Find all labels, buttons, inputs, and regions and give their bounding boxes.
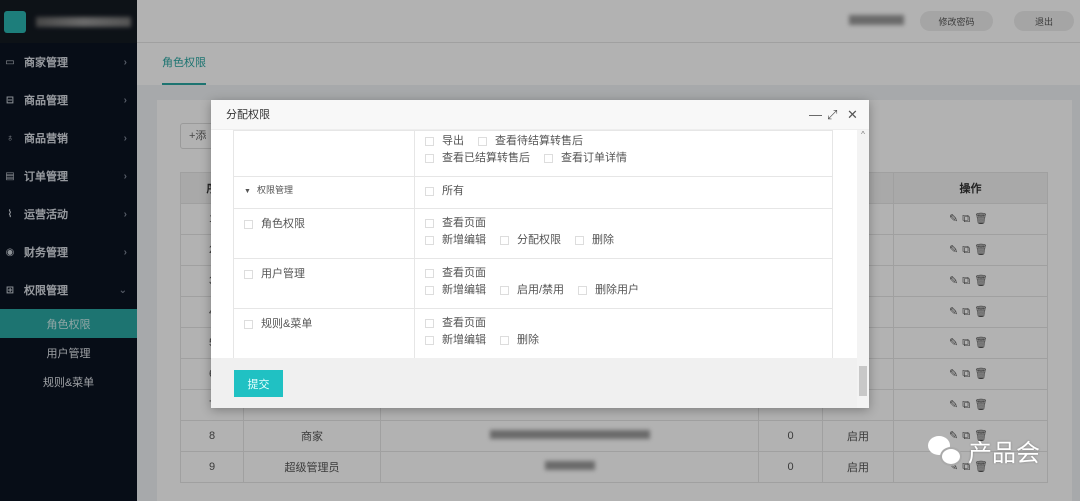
- permission-option[interactable]: 启用/禁用: [500, 282, 564, 299]
- checkbox[interactable]: [425, 186, 434, 196]
- scrollbar-thumb[interactable]: [859, 366, 867, 396]
- minimize-icon[interactable]: —: [809, 107, 822, 122]
- caret-down-icon[interactable]: ▼: [244, 188, 251, 195]
- permission-option[interactable]: 新增编辑: [425, 282, 486, 299]
- dialog-scrollbar[interactable]: ^: [857, 130, 869, 408]
- perm-row: 规则&菜单 查看页面 新增编辑 删除: [233, 308, 833, 358]
- permission-option[interactable]: 新增编辑: [425, 332, 486, 349]
- assign-permission-dialog: 分配权限 — ⤢ ✕ 导出 查看待结算转售后 查看已结算转售后 查看订单详情 ▼ 权限管理…: [211, 100, 869, 408]
- checkbox[interactable]: [244, 319, 253, 329]
- checkbox[interactable]: [425, 136, 434, 146]
- dialog-body: 导出 查看待结算转售后 查看已结算转售后 查看订单详情 ▼ 权限管理 所有角色权限 查看页面新…: [211, 130, 857, 358]
- watermark: 产品会: [928, 433, 1040, 468]
- checkbox[interactable]: [425, 285, 434, 295]
- permission-option[interactable]: 删除用户: [578, 282, 639, 299]
- maximize-icon[interactable]: ⤢: [827, 107, 837, 123]
- permission-option[interactable]: 删除: [500, 332, 539, 349]
- permission-option[interactable]: 查看已结算转售后: [425, 150, 530, 167]
- perm-group-row: ▼ 权限管理 所有: [233, 176, 833, 209]
- permission-option[interactable]: 查看订单详情: [544, 150, 627, 167]
- wechat-logo-icon: [928, 434, 964, 468]
- checkbox[interactable]: [425, 335, 434, 345]
- checkbox[interactable]: [425, 153, 434, 163]
- permission-option[interactable]: 查看页面: [425, 215, 486, 232]
- checkbox[interactable]: [425, 218, 434, 228]
- checkbox[interactable]: [544, 153, 553, 163]
- permission-table: 导出 查看待结算转售后 查看已结算转售后 查看订单详情 ▼ 权限管理 所有角色权限 查看页面新…: [233, 130, 833, 358]
- permission-option[interactable]: 分配权限: [500, 232, 561, 249]
- submit-button[interactable]: 提交: [234, 370, 283, 397]
- perm-row: 角色权限 查看页面 新增编辑 分配权限 删除: [233, 208, 833, 259]
- permission-option[interactable]: 查看待结算转售后: [478, 133, 583, 150]
- checkbox[interactable]: [500, 285, 509, 295]
- checkbox[interactable]: [578, 285, 588, 295]
- permission-option[interactable]: 导出: [425, 133, 464, 150]
- group-label: 权限管理: [256, 185, 293, 195]
- permission-option[interactable]: 新增编辑: [425, 232, 486, 249]
- checkbox[interactable]: [500, 335, 509, 345]
- checkbox[interactable]: [500, 235, 509, 245]
- perm-row: 用户管理 查看页面 新增编辑 启用/禁用 删除用户: [233, 258, 833, 309]
- checkbox[interactable]: [575, 235, 584, 245]
- checkbox[interactable]: [244, 269, 253, 279]
- permission-option[interactable]: 查看页面: [425, 315, 486, 332]
- permission-option[interactable]: 删除: [575, 232, 614, 249]
- scroll-up-icon[interactable]: ^: [857, 130, 869, 139]
- permission-option[interactable]: 查看页面: [425, 265, 486, 282]
- checkbox[interactable]: [425, 318, 434, 328]
- close-icon[interactable]: ✕: [847, 107, 858, 123]
- perm-row-top: 导出 查看待结算转售后 查看已结算转售后 查看订单详情: [233, 130, 833, 177]
- checkbox[interactable]: [244, 219, 253, 229]
- checkbox[interactable]: [425, 268, 434, 278]
- permission-option-all[interactable]: 所有: [425, 183, 464, 200]
- checkbox[interactable]: [478, 136, 487, 146]
- dialog-footer: 提交: [211, 358, 857, 408]
- dialog-title: 分配权限: [211, 100, 869, 130]
- checkbox[interactable]: [425, 235, 434, 245]
- watermark-text: 产品会: [968, 440, 1040, 467]
